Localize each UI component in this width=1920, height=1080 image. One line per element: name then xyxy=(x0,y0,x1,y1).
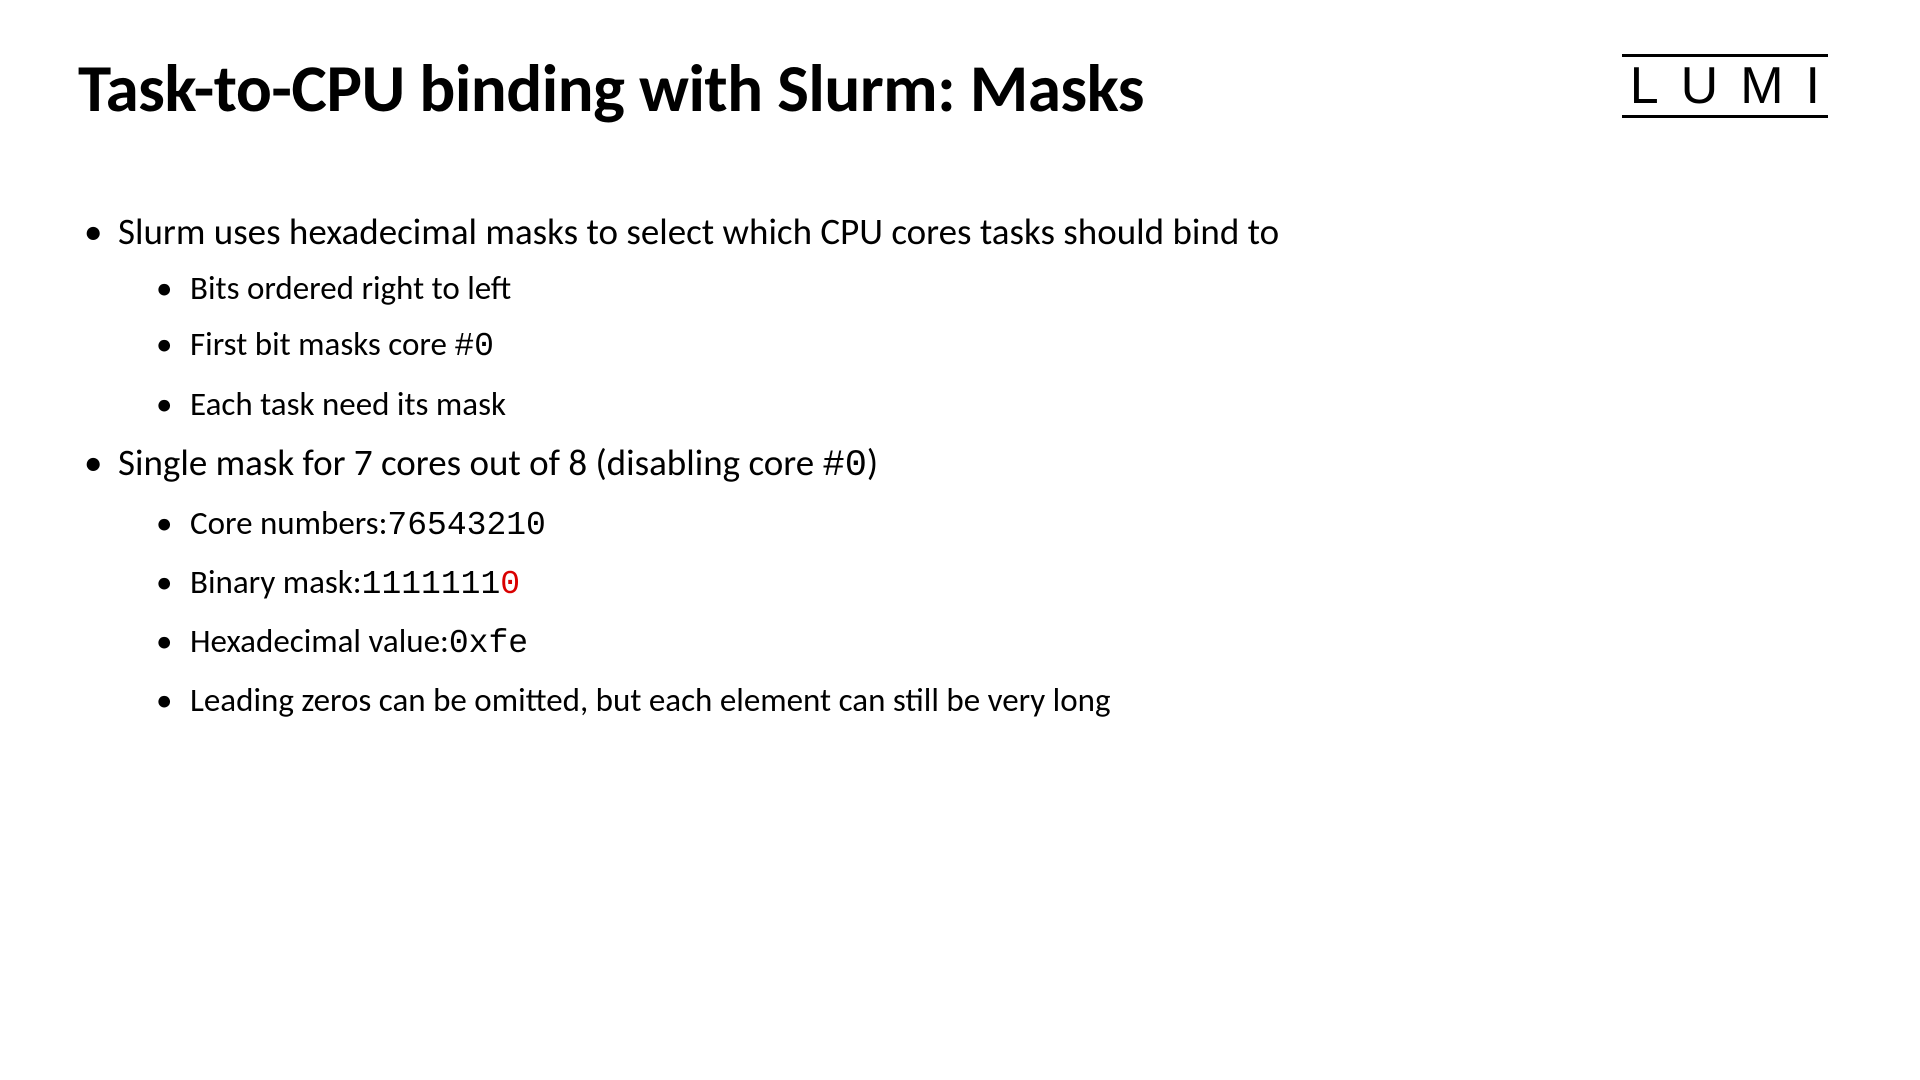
binary-mask-prefix: 1111111 xyxy=(362,566,501,603)
slide: Task-to-CPU binding with Slurm: Masks LU… xyxy=(0,0,1920,1080)
bullet-2-sub-4: Leading zeros can be omitted, but each e… xyxy=(150,672,1842,728)
bullet-2-code: #0 xyxy=(822,445,866,487)
slide-content: Slurm uses hexadecimal masks to select w… xyxy=(78,203,1842,728)
bullet-2-sublist: Core numbers: 76543210 Binary mask: 1111… xyxy=(118,495,1842,728)
bullet-1: Slurm uses hexadecimal masks to select w… xyxy=(78,203,1842,432)
bullet-1-sub-2-code: #0 xyxy=(454,328,494,365)
bullet-1-sub-3: Each task need its mask xyxy=(150,376,1842,432)
bullet-1-text: Slurm uses hexadecimal masks to select w… xyxy=(118,209,1279,254)
bullet-2-post: ) xyxy=(867,440,878,485)
logo: LUMI xyxy=(1630,54,1842,118)
slide-title: Task-to-CPU binding with Slurm: Masks xyxy=(78,50,1144,127)
bullet-1-sub-2: First bit masks core #0 xyxy=(150,316,1842,375)
bullet-2: Single mask for 7 cores out of 8 (disabl… xyxy=(78,434,1842,729)
binary-mask-red-bit: 0 xyxy=(500,566,520,603)
binary-mask-label: Binary mask: xyxy=(190,554,362,610)
bullet-1-sub-1: Bits ordered right to left xyxy=(150,260,1842,316)
bullet-2-sub-3: Hexadecimal value: 0xfe xyxy=(150,613,1842,672)
hex-value: 0xfe xyxy=(449,616,528,672)
core-numbers-label: Core numbers: xyxy=(190,495,387,551)
bullet-2-sub-2: Binary mask: 11111110 xyxy=(150,554,1842,613)
bullet-1-sub-2-pre: First bit masks core xyxy=(190,324,454,364)
bullet-1-sublist: Bits ordered right to left First bit mas… xyxy=(118,260,1842,431)
bullet-list-lvl1: Slurm uses hexadecimal masks to select w… xyxy=(78,203,1842,728)
bullet-2-pre: Single mask for 7 cores out of 8 (disabl… xyxy=(118,440,822,485)
bullet-2-sub-1: Core numbers: 76543210 xyxy=(150,495,1842,554)
header-row: Task-to-CPU binding with Slurm: Masks LU… xyxy=(78,50,1842,127)
core-numbers-value: 76543210 xyxy=(387,498,545,554)
binary-mask-value: 11111110 xyxy=(362,557,520,613)
hex-value-label: Hexadecimal value: xyxy=(190,613,449,669)
